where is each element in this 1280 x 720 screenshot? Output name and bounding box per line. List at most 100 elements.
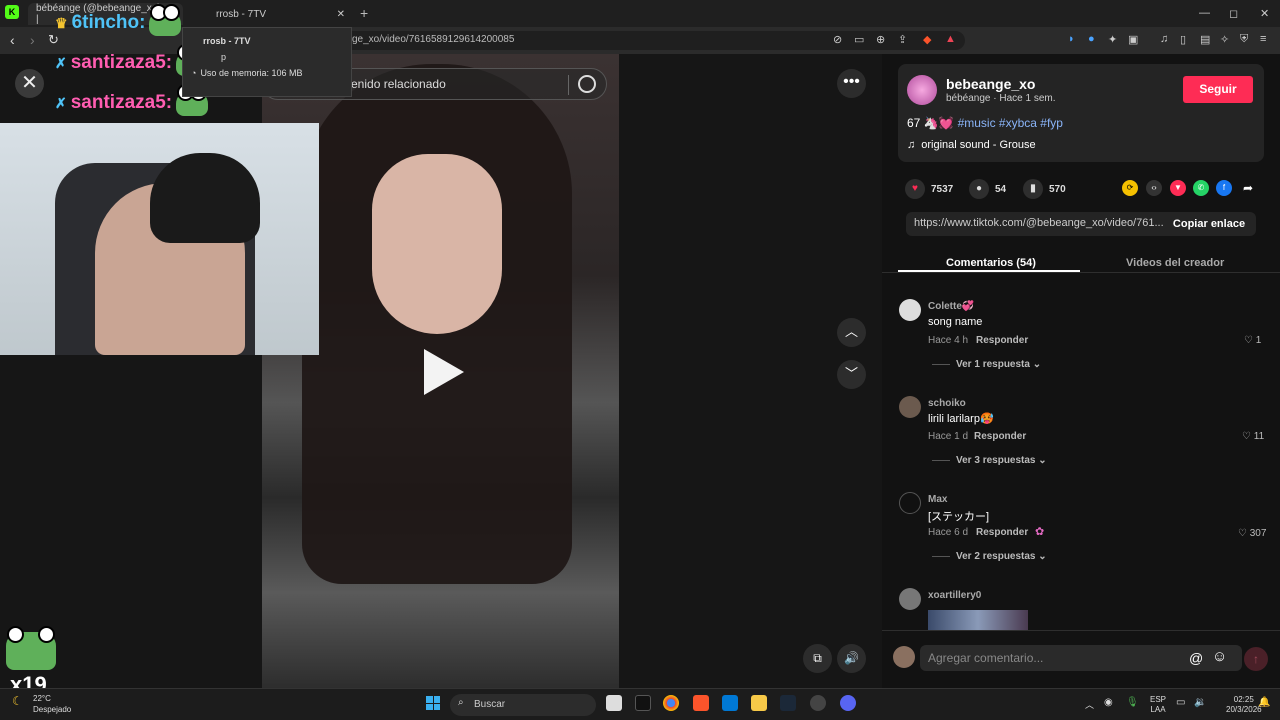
- close-icon[interactable]: ✕: [337, 9, 345, 20]
- volume-icon[interactable]: 🔊: [837, 644, 866, 673]
- forward-icon[interactable]: ›: [30, 32, 35, 48]
- windows-start-icon[interactable]: [426, 696, 440, 710]
- vpn-icon[interactable]: ⛨: [1240, 33, 1248, 46]
- comment-text: song name: [928, 316, 983, 328]
- avatar[interactable]: [899, 299, 921, 321]
- next-video-button[interactable]: ﹀: [837, 360, 866, 389]
- comment-like-button[interactable]: ♡ 11: [1242, 431, 1264, 442]
- audio-icon[interactable]: ◗: [1068, 33, 1075, 45]
- kick-icon[interactable]: K: [5, 5, 19, 19]
- clock-date: 20/3/2026: [1226, 705, 1262, 714]
- sound-link[interactable]: ♫ original sound - Grouse: [907, 139, 1036, 151]
- send-icon[interactable]: ▼: [1170, 180, 1186, 196]
- maximize-button[interactable]: ◻: [1229, 7, 1238, 20]
- emoji-icon[interactable]: ☺: [1212, 648, 1227, 665]
- taskbar-search[interactable]: Buscar: [450, 694, 596, 716]
- whatsapp-icon[interactable]: ✆: [1193, 180, 1209, 196]
- close-window-button[interactable]: ✕: [1260, 7, 1269, 20]
- view-replies-button[interactable]: Ver 3 respuestas ⌄: [932, 455, 1047, 466]
- steam-icon[interactable]: [780, 695, 796, 711]
- task-view-icon[interactable]: [606, 695, 622, 711]
- volume-tray-icon[interactable]: 🔉: [1194, 697, 1206, 708]
- discord-icon[interactable]: [840, 695, 856, 711]
- extension-icon[interactable]: ●: [1088, 33, 1095, 45]
- tab-7tv[interactable]: rrosb - 7TV ✕: [188, 3, 353, 25]
- active-tab-indicator: [898, 270, 1080, 272]
- share-arrow-icon[interactable]: ➦: [1240, 180, 1256, 196]
- network-icon[interactable]: ▭: [1176, 697, 1185, 708]
- comment-like-button[interactable]: ♡ 1: [1244, 335, 1261, 346]
- sidebar-icon[interactable]: ▯: [1180, 33, 1186, 46]
- rewards-icon[interactable]: ▲: [945, 33, 956, 45]
- search-icon[interactable]: [578, 75, 596, 93]
- cast-icon[interactable]: ▭: [854, 33, 864, 46]
- microphone-icon[interactable]: 🎙: [1126, 697, 1139, 708]
- reply-button[interactable]: Responder: [974, 431, 1026, 442]
- like-button[interactable]: ♥ 7537: [905, 179, 953, 199]
- avatar[interactable]: [907, 75, 937, 105]
- avatar[interactable]: [899, 396, 921, 418]
- save-button[interactable]: ▮ 570: [1023, 179, 1066, 199]
- new-tab-button[interactable]: +: [360, 5, 368, 21]
- repost-icon[interactable]: ⟳: [1122, 180, 1138, 196]
- play-icon[interactable]: [424, 349, 464, 395]
- copy-link-button[interactable]: Copiar enlace: [1162, 212, 1256, 236]
- mention-icon[interactable]: @: [1189, 650, 1203, 666]
- sound-label: original sound - Grouse: [921, 139, 1036, 151]
- weather-temp[interactable]: 22°C: [33, 694, 51, 703]
- extension-icon[interactable]: ✦: [1108, 33, 1117, 46]
- app-icon[interactable]: [810, 695, 826, 711]
- comment-button[interactable]: ● 54: [969, 179, 1006, 199]
- follow-button[interactable]: Seguir: [1183, 76, 1253, 103]
- chevron-up-icon[interactable]: ︿: [1085, 698, 1094, 711]
- store-icon[interactable]: [722, 695, 738, 711]
- comment-author[interactable]: schoiko: [928, 398, 966, 409]
- music-icon[interactable]: ♫: [1160, 33, 1168, 45]
- notification-icon[interactable]: 🔔: [1258, 697, 1270, 708]
- creator-display: bébéange · Hace 1 sem.: [946, 93, 1056, 104]
- discord-tray-icon[interactable]: ◉: [1104, 697, 1113, 708]
- address-bar[interactable]: ge_xo/video/7616589129614200085: [340, 31, 965, 50]
- back-icon[interactable]: ‹: [10, 32, 15, 48]
- tab-comments[interactable]: Comentarios (54): [946, 257, 1036, 269]
- more-options-button[interactable]: •••: [837, 69, 866, 98]
- leo-icon[interactable]: ✧: [1220, 33, 1229, 46]
- extension-icon[interactable]: ▣: [1128, 33, 1138, 46]
- comment-time: Hace 1 d: [928, 431, 969, 442]
- pip-icon[interactable]: ⧉: [803, 644, 832, 673]
- comment-text: [ステッカー]: [928, 511, 990, 523]
- avatar[interactable]: [899, 492, 921, 514]
- chrome-icon[interactable]: [663, 695, 679, 711]
- hashtags-link[interactable]: #music #xybca #fyp: [958, 116, 1063, 130]
- zoom-icon[interactable]: ⊕: [876, 33, 885, 46]
- save-count: 570: [1049, 183, 1066, 195]
- explorer-icon[interactable]: [751, 695, 767, 711]
- minimize-button[interactable]: —: [1199, 7, 1210, 19]
- view-replies-button[interactable]: Ver 2 respuestas ⌄: [932, 551, 1047, 562]
- no-tracking-icon[interactable]: ⊘: [833, 33, 842, 46]
- post-comment-button[interactable]: ↑: [1244, 647, 1268, 671]
- previous-video-button[interactable]: ︿: [837, 318, 866, 347]
- tab-creator-videos[interactable]: Videos del creador: [1126, 257, 1224, 269]
- language-indicator[interactable]: ESP LAA: [1150, 695, 1166, 715]
- comment-author[interactable]: Max: [928, 494, 947, 505]
- facebook-icon[interactable]: f: [1216, 180, 1232, 196]
- wallet-icon[interactable]: ▤: [1200, 33, 1210, 46]
- weather-desc[interactable]: Despejado: [33, 705, 71, 714]
- reply-button[interactable]: Responder: [976, 335, 1028, 346]
- brave-shield-icon[interactable]: ◆: [923, 33, 931, 46]
- view-replies-button[interactable]: Ver 1 respuesta ⌄: [932, 359, 1041, 370]
- comment-author[interactable]: xoartillery0: [928, 590, 981, 601]
- clock[interactable]: 02:25 20/3/2026: [1226, 695, 1262, 715]
- comment-like-button[interactable]: ♡ 307: [1238, 528, 1266, 539]
- embed-icon[interactable]: ‹›: [1146, 180, 1162, 196]
- comment-author[interactable]: Colette💞: [928, 301, 974, 312]
- avatar[interactable]: [899, 588, 921, 610]
- creator-username[interactable]: bebeange_xo: [946, 76, 1035, 92]
- share-icon[interactable]: ⇪: [898, 33, 907, 46]
- menu-icon[interactable]: ≡: [1260, 33, 1266, 45]
- close-video-button[interactable]: ✕: [15, 69, 44, 98]
- epic-games-icon[interactable]: [635, 695, 651, 711]
- reply-button[interactable]: Responder: [976, 527, 1028, 538]
- brave-icon[interactable]: [693, 695, 709, 711]
